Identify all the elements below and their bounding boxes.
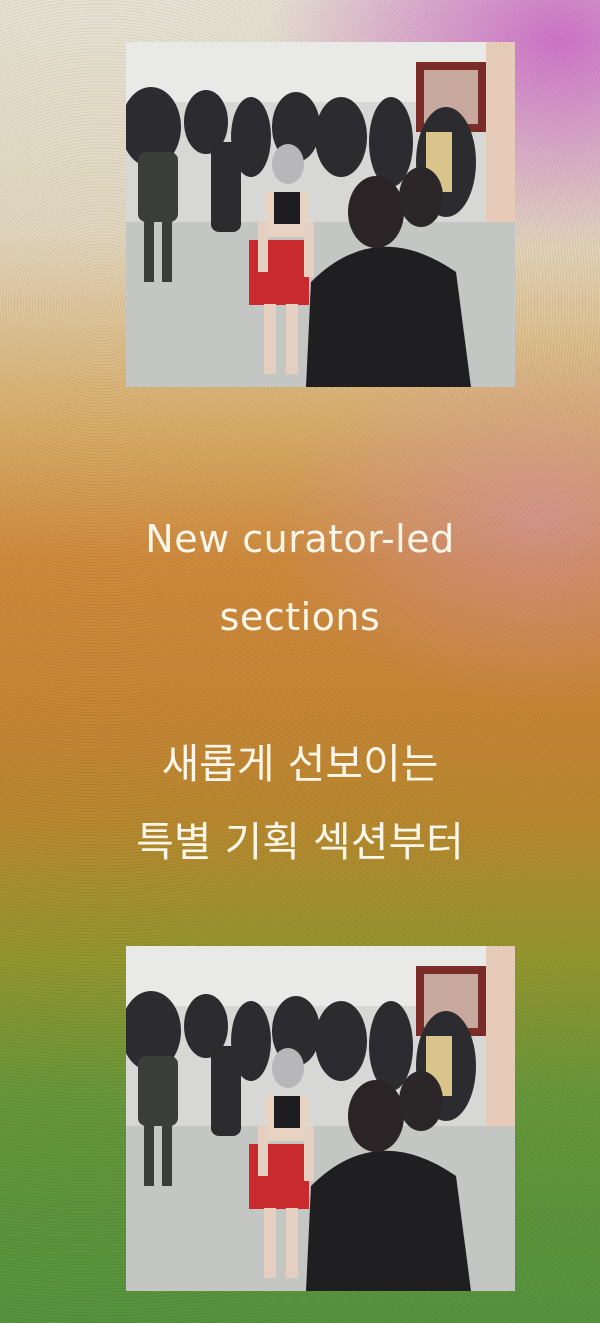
fair-scene-image — [126, 946, 515, 1291]
headline: New curator-led sections — [0, 500, 600, 656]
korean-subtitle: 새롭게 선보이는 특별 기획 섹션부터 — [0, 725, 600, 881]
headline-line-1: New curator-led — [145, 517, 455, 561]
headline-line-2: sections — [219, 595, 381, 639]
korean-line-1: 새롭게 선보이는 — [161, 740, 439, 788]
korean-line-2: 특별 기획 섹션부터 — [136, 818, 464, 866]
top-photo — [126, 42, 515, 387]
bottom-photo — [126, 946, 515, 1291]
fair-scene-image — [126, 42, 515, 387]
